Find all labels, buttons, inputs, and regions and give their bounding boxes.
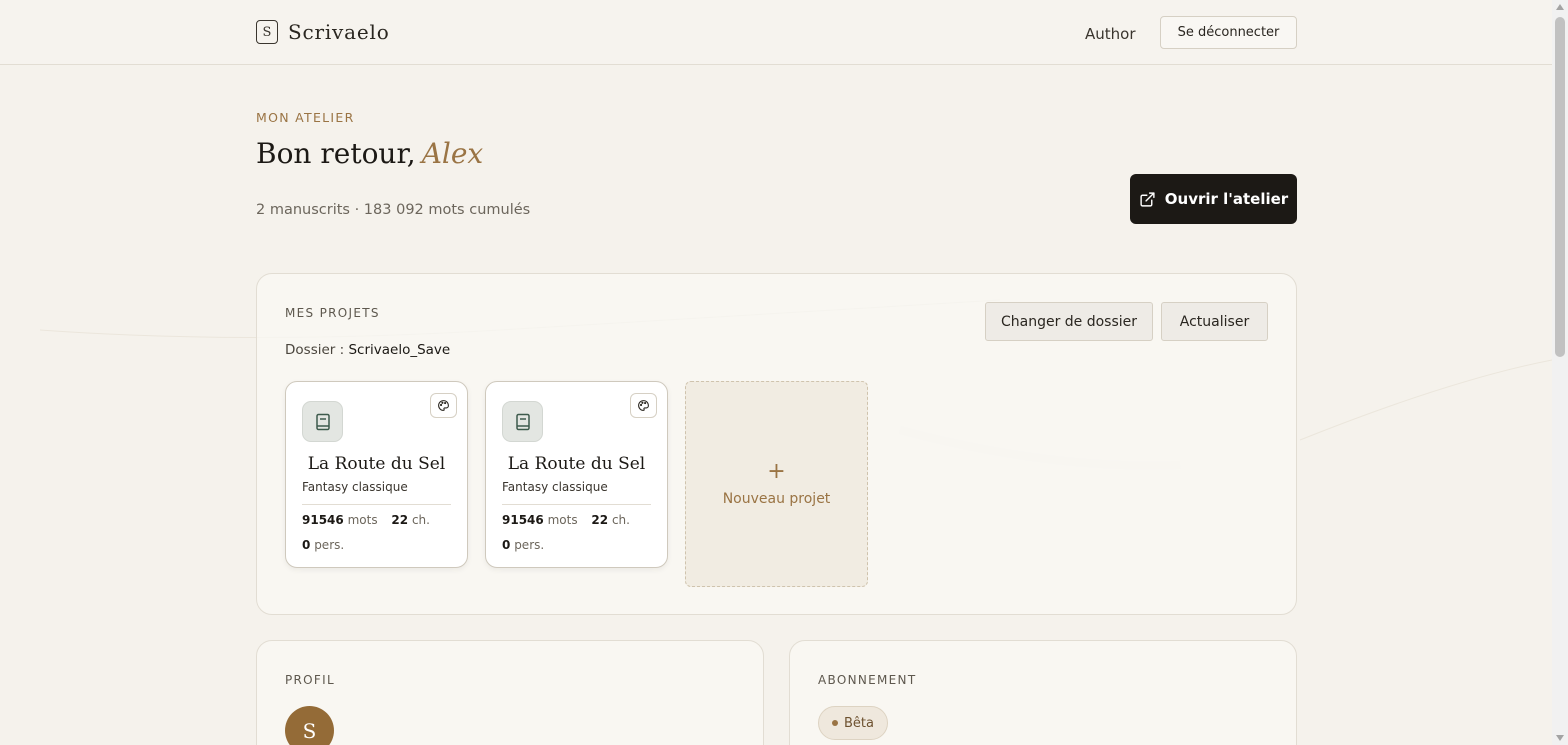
subscription-panel: ABONNEMENT Bêta bbox=[789, 640, 1297, 745]
chapter-count: 22 bbox=[391, 513, 409, 527]
projects-title: MES PROJETS bbox=[285, 306, 380, 320]
word-unit: mots bbox=[547, 513, 578, 527]
project-stats: 91546 mots 22 ch. bbox=[302, 513, 430, 527]
project-characters: 0 pers. bbox=[502, 538, 544, 552]
word-count: 91546 bbox=[502, 513, 544, 527]
word-count: 91546 bbox=[302, 513, 344, 527]
author-link[interactable]: Author bbox=[1085, 25, 1136, 43]
project-genre: Fantasy classique bbox=[302, 480, 408, 494]
card-divider bbox=[302, 504, 451, 505]
scroll-down-icon[interactable] bbox=[1556, 735, 1564, 741]
character-unit: pers. bbox=[314, 538, 345, 552]
project-title: La Route du Sel bbox=[307, 454, 446, 474]
chapter-count: 22 bbox=[591, 513, 609, 527]
user-name: Alex bbox=[421, 137, 484, 170]
page-eyebrow: MON ATELIER bbox=[256, 110, 355, 125]
manuscript-stats: 2 manuscrits · 183 092 mots cumulés bbox=[256, 202, 531, 218]
profile-panel: PROFIL S bbox=[256, 640, 764, 745]
external-link-icon bbox=[1140, 191, 1155, 207]
palette-icon[interactable] bbox=[430, 393, 457, 418]
folder-line: Dossier : Scrivaelo_Save bbox=[285, 342, 450, 358]
word-unit: mots bbox=[347, 513, 378, 527]
project-characters: 0 pers. bbox=[302, 538, 344, 552]
folder-label: Dossier : bbox=[285, 342, 345, 358]
character-count: 0 bbox=[302, 538, 311, 552]
new-project-button[interactable]: + Nouveau projet bbox=[685, 381, 868, 587]
plus-icon: + bbox=[767, 459, 786, 484]
chapter-unit: ch. bbox=[611, 513, 630, 527]
page-title: Bon retour, Alex bbox=[256, 137, 483, 170]
folder-value: Scrivaelo_Save bbox=[348, 342, 451, 358]
brand-logo-icon: S bbox=[256, 20, 278, 44]
scroll-up-icon[interactable] bbox=[1556, 4, 1564, 10]
project-genre: Fantasy classique bbox=[502, 480, 608, 494]
profile-title: PROFIL bbox=[285, 673, 335, 687]
avatar: S bbox=[285, 706, 334, 745]
character-unit: pers. bbox=[514, 538, 545, 552]
book-icon bbox=[302, 401, 343, 442]
brand-name: Scrivaelo bbox=[288, 20, 390, 44]
card-divider bbox=[502, 504, 651, 505]
logout-button[interactable]: Se déconnecter bbox=[1160, 16, 1297, 49]
brand[interactable]: S Scrivaelo bbox=[256, 20, 390, 44]
book-icon bbox=[502, 401, 543, 442]
palette-icon[interactable] bbox=[630, 393, 657, 418]
top-navigation-bar: S Scrivaelo Author Se déconnecter bbox=[0, 0, 1552, 65]
plan-badge: Bêta bbox=[818, 706, 888, 740]
project-stats: 91546 mots 22 ch. bbox=[502, 513, 630, 527]
subscription-title: ABONNEMENT bbox=[818, 673, 917, 687]
project-card[interactable]: La Route du Sel Fantasy classique 91546 … bbox=[485, 381, 668, 568]
plan-badge-label: Bêta bbox=[844, 715, 874, 731]
change-folder-button[interactable]: Changer de dossier bbox=[985, 302, 1153, 341]
scrollbar-thumb[interactable] bbox=[1555, 17, 1565, 357]
greeting-text: Bon retour, bbox=[256, 137, 416, 170]
open-atelier-button[interactable]: Ouvrir l'atelier bbox=[1130, 174, 1297, 224]
refresh-button[interactable]: Actualiser bbox=[1161, 302, 1268, 341]
project-title: La Route du Sel bbox=[507, 454, 646, 474]
open-atelier-label: Ouvrir l'atelier bbox=[1164, 190, 1289, 208]
new-project-label: Nouveau projet bbox=[722, 491, 831, 507]
vertical-scrollbar[interactable] bbox=[1552, 0, 1568, 745]
project-card[interactable]: La Route du Sel Fantasy classique 91546 … bbox=[285, 381, 468, 568]
status-dot-icon bbox=[832, 720, 838, 726]
chapter-unit: ch. bbox=[411, 513, 430, 527]
character-count: 0 bbox=[502, 538, 511, 552]
projects-panel: MES PROJETS Dossier : Scrivaelo_Save Cha… bbox=[256, 273, 1297, 615]
